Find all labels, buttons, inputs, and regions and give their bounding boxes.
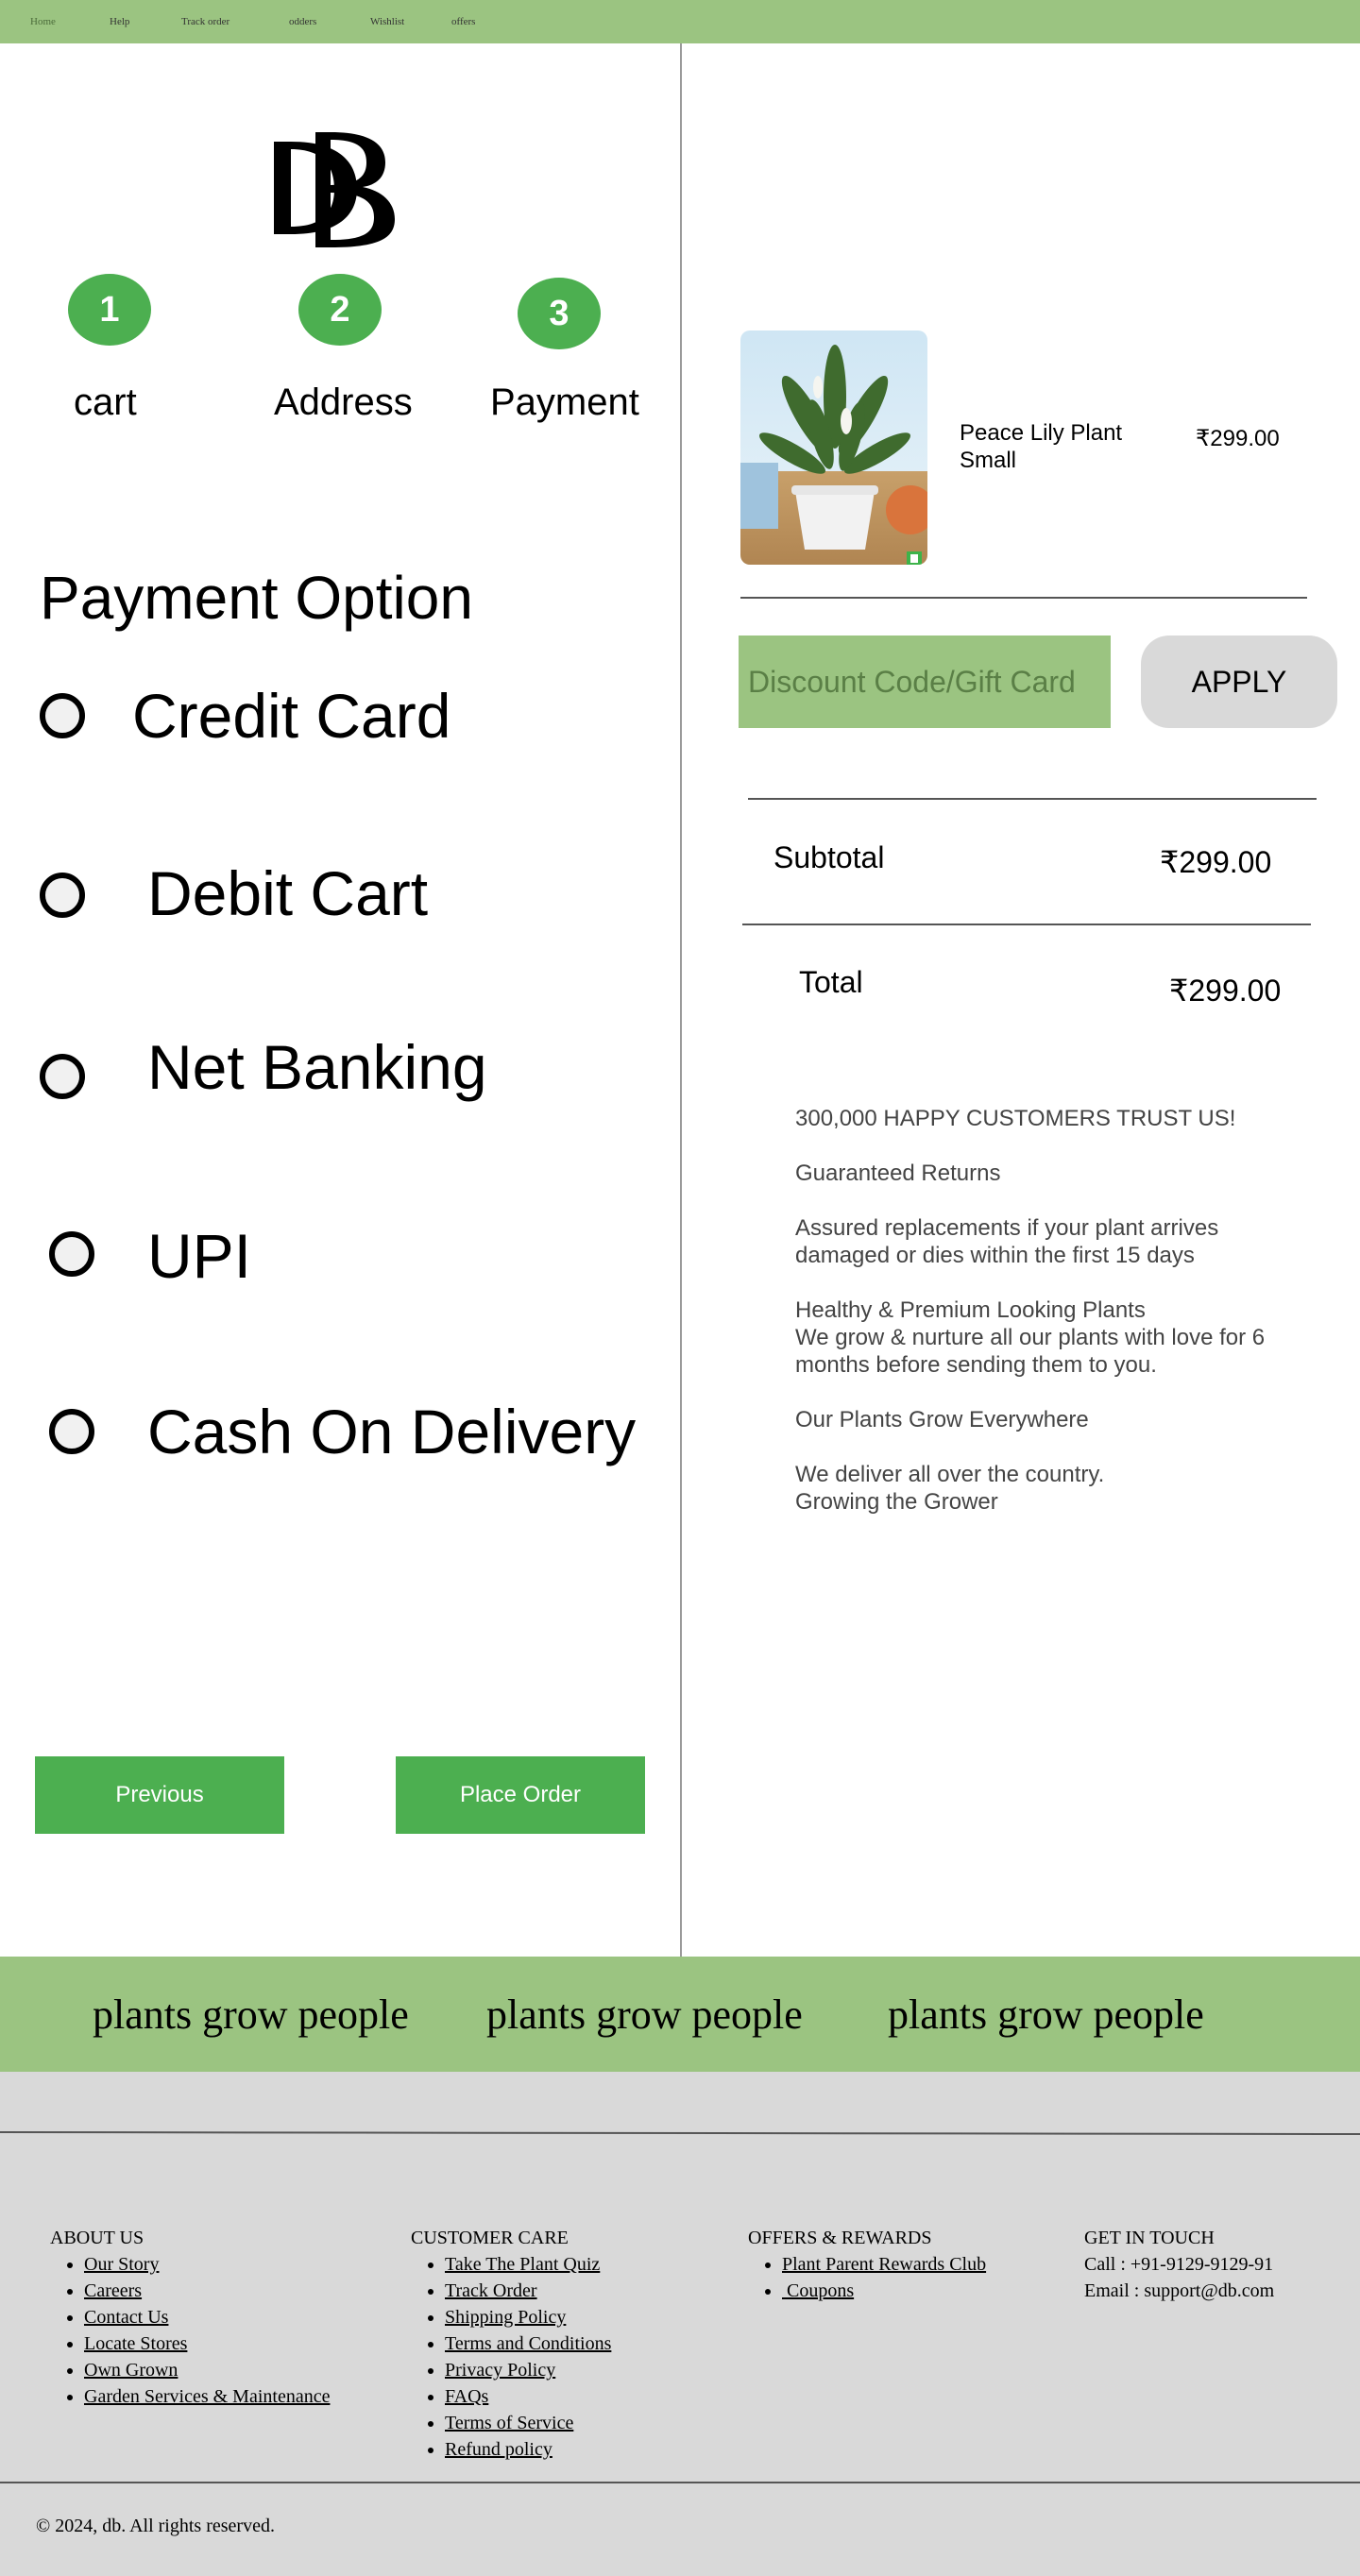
- nav-wishlist-link[interactable]: Wishlist: [370, 16, 404, 27]
- subtotal-label: Subtotal: [774, 840, 885, 874]
- credit-card-radio[interactable]: [40, 693, 85, 738]
- footer-link-locate-stores[interactable]: Locate Stores: [84, 2333, 187, 2354]
- brand-logo: [270, 128, 397, 251]
- footer-link-track-order[interactable]: Track Order: [445, 2280, 537, 2301]
- footer-offers-title: OFFERS & REWARDS: [748, 2228, 932, 2248]
- footer-link-faqs[interactable]: FAQs: [445, 2386, 488, 2407]
- pane-divider: [680, 43, 682, 1957]
- trust-returns-text: Assured replacements if your plant arriv…: [795, 1215, 1219, 1268]
- footer-link-plant-quiz[interactable]: Take The Plant Quiz: [445, 2254, 600, 2275]
- nav-track-order-link[interactable]: Track order: [181, 16, 230, 27]
- credit-card-label[interactable]: Credit Card: [132, 680, 450, 752]
- copyright-text: © 2024, db. All rights reserved.: [36, 2516, 275, 2536]
- footer-link-garden-services[interactable]: Garden Services & Maintenance: [84, 2386, 330, 2407]
- footer-bottom-divider: [0, 2482, 1360, 2483]
- place-order-button[interactable]: Place Order: [396, 1756, 645, 1834]
- footer-link-terms-of-service[interactable]: Terms of Service: [445, 2413, 573, 2433]
- footer-email: Email : support@db.com: [1084, 2280, 1275, 2301]
- footer-about-column: ABOUT US Our Story Careers Contact Us Lo…: [50, 2225, 330, 2410]
- tagline-text: plants grow people: [486, 1991, 803, 2038]
- footer-link-refund-policy[interactable]: Refund policy: [445, 2439, 552, 2460]
- cash-on-delivery-radio[interactable]: [49, 1409, 94, 1454]
- trust-healthy-text: Healthy & Premium Looking Plants We grow…: [795, 1297, 1266, 1378]
- footer-care-column: CUSTOMER CARE Take The Plant Quiz Track …: [411, 2225, 611, 2463]
- top-nav: Home Help Track order odders Wishlist of…: [0, 0, 1360, 43]
- footer-offers-column: OFFERS & REWARDS Plant Parent Rewards Cl…: [748, 2225, 986, 2304]
- footer-link-privacy-policy[interactable]: Privacy Policy: [445, 2360, 555, 2381]
- total-label: Total: [799, 965, 863, 999]
- product-price: ₹299.00: [1196, 426, 1280, 451]
- nav-help-link[interactable]: Help: [110, 16, 129, 27]
- debit-card-label[interactable]: Debit Cart: [147, 857, 428, 929]
- footer-link-contact-us[interactable]: Contact Us: [84, 2307, 168, 2328]
- tagline-text: plants grow people: [93, 1991, 409, 2038]
- subtotal-value: ₹299.00: [1160, 845, 1272, 879]
- footer-care-title: CUSTOMER CARE: [411, 2228, 569, 2248]
- trust-delivery-text: We deliver all over the country. Growing…: [795, 1462, 1105, 1515]
- product-name: Peace Lily Plant Small: [960, 420, 1123, 473]
- footer-contact-title: GET IN TOUCH: [1084, 2228, 1215, 2248]
- footer-link-careers[interactable]: Careers: [84, 2280, 142, 2301]
- step-1-label: cart: [74, 381, 137, 423]
- upi-label[interactable]: UPI: [147, 1220, 251, 1292]
- divider-line: [740, 597, 1307, 599]
- nav-offers-link[interactable]: offers: [451, 16, 475, 27]
- step-3-circle[interactable]: 3: [518, 278, 601, 349]
- step-2-circle[interactable]: 2: [298, 274, 382, 346]
- footer-contact-column: GET IN TOUCH Call : +91-9129-9129-91 Ema…: [1084, 2225, 1274, 2304]
- footer-link-shipping-policy[interactable]: Shipping Policy: [445, 2307, 566, 2328]
- footer-about-title: ABOUT US: [50, 2228, 144, 2248]
- footer-link-rewards-club[interactable]: Plant Parent Rewards Club: [782, 2254, 986, 2275]
- brand-logo-mark: [274, 132, 395, 247]
- previous-button[interactable]: Previous: [35, 1756, 284, 1834]
- apply-button[interactable]: APPLY: [1141, 636, 1337, 728]
- trust-grow-title: Our Plants Grow Everywhere: [795, 1407, 1089, 1432]
- step-1-circle[interactable]: 1: [68, 274, 151, 346]
- nav-orders-link[interactable]: odders: [289, 16, 316, 27]
- step-2-label: Address: [274, 381, 413, 423]
- peace-lily-illustration: [740, 345, 927, 565]
- nav-home-link[interactable]: Home: [30, 16, 56, 27]
- debit-card-radio[interactable]: [40, 873, 85, 918]
- discount-code-input[interactable]: [739, 636, 1111, 728]
- divider-line: [748, 798, 1317, 800]
- tagline-text: plants grow people: [888, 1991, 1204, 2038]
- trust-headline: 300,000 HAPPY CUSTOMERS TRUST US!: [795, 1106, 1236, 1131]
- divider-line: [742, 924, 1311, 925]
- net-banking-radio[interactable]: [40, 1054, 85, 1099]
- footer-link-our-story[interactable]: Our Story: [84, 2254, 159, 2275]
- trust-returns-title: Guaranteed Returns: [795, 1161, 1001, 1186]
- payment-option-title: Payment Option: [40, 564, 473, 632]
- footer-phone: Call : +91-9129-9129-91: [1084, 2254, 1274, 2275]
- footer-link-own-grown[interactable]: Own Grown: [84, 2360, 178, 2381]
- footer-link-terms-conditions[interactable]: Terms and Conditions: [445, 2333, 611, 2354]
- net-banking-label[interactable]: Net Banking: [147, 1031, 487, 1103]
- product-image: [740, 330, 927, 565]
- step-3-label: Payment: [490, 381, 639, 423]
- total-value: ₹299.00: [1169, 974, 1282, 1008]
- cash-on-delivery-label[interactable]: Cash On Delivery: [147, 1396, 636, 1467]
- footer-link-coupons[interactable]: Coupons: [782, 2280, 854, 2301]
- upi-radio[interactable]: [49, 1231, 94, 1277]
